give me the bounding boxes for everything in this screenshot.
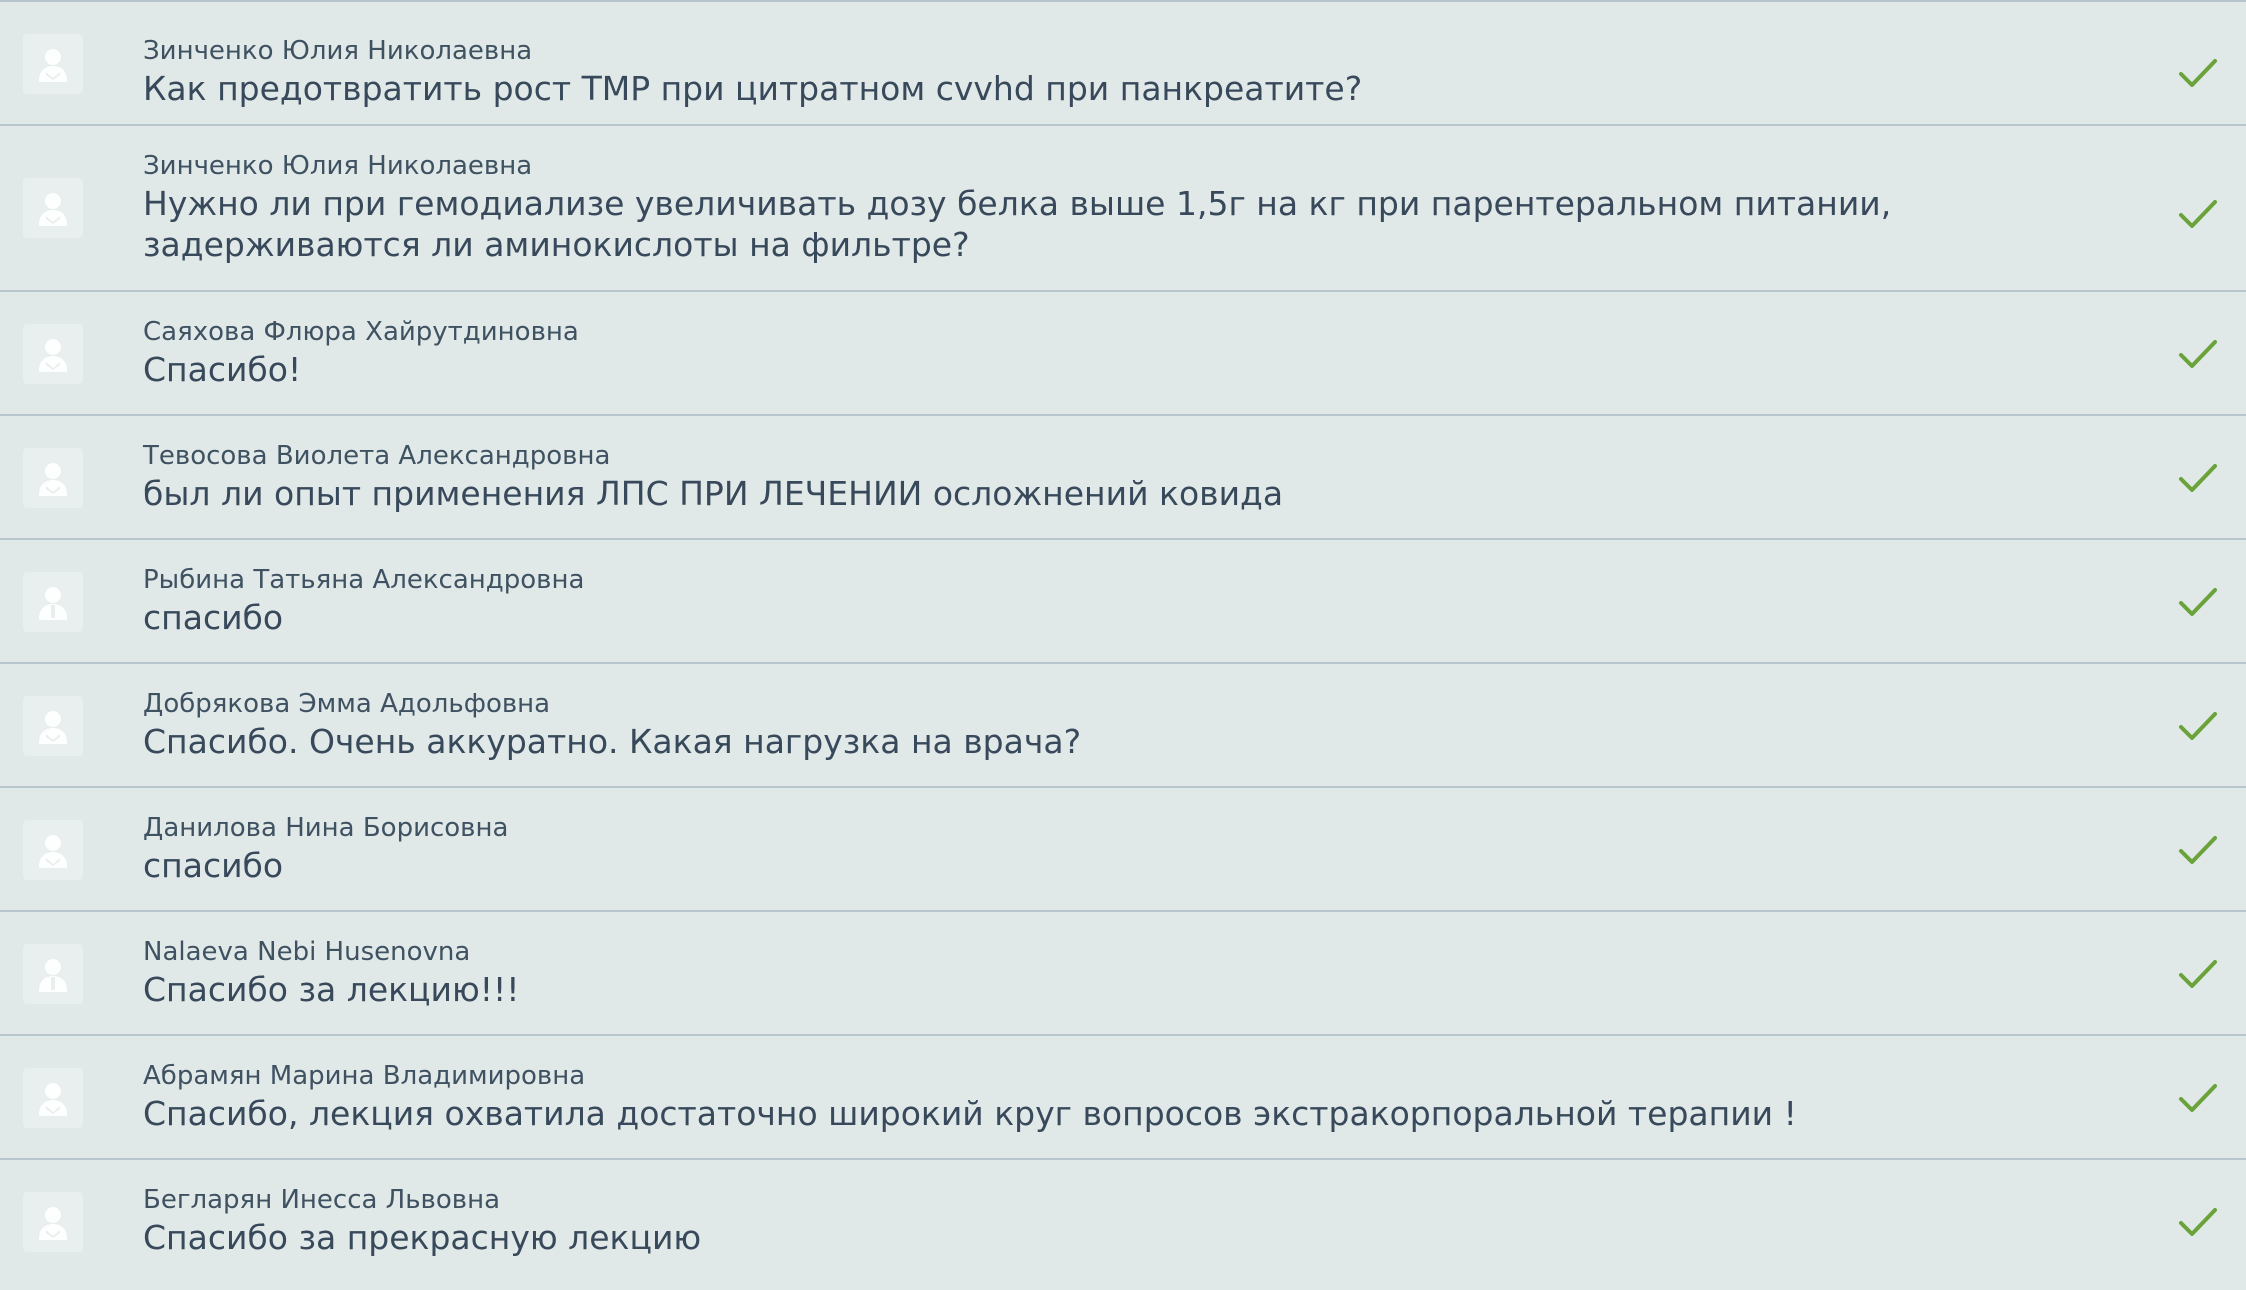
message-text: Спасибо за прекрасную лекцию [143, 1218, 702, 1257]
user-placeholder-icon [23, 34, 83, 94]
message-row: Рыбина Татьяна Александровна спасибо [0, 540, 2246, 664]
message-row: Nalaeva Nebi Husenovna Спасибо за лекцию… [0, 912, 2246, 1036]
message-content: Саяхова Флюра Хайрутдиновна Спасибо! [143, 315, 2086, 390]
message-text: Нужно ли при гемодиализе увеличивать доз… [143, 184, 1892, 264]
avatar [23, 448, 83, 508]
message-row: Данилова Нина Борисовна спасибо [0, 788, 2246, 912]
message-row: Тевосова Виолета Александровна был ли оп… [0, 416, 2246, 540]
message-author: Бегларян Инесса Львовна [143, 1185, 501, 1215]
checkmark-icon [2178, 337, 2218, 371]
message-content: Зинченко Юлия Николаевна Как предотврати… [143, 34, 2086, 109]
avatar [23, 1068, 83, 1128]
user-placeholder-icon [23, 1068, 83, 1128]
message-text: Спасибо за лекцию!!! [143, 970, 520, 1009]
message-row: Абрамян Марина Владимировна Спасибо, лек… [0, 1036, 2246, 1160]
user-placeholder-icon [23, 944, 83, 1004]
user-placeholder-icon [23, 820, 83, 880]
message-text: спасибо [143, 846, 284, 885]
avatar [23, 324, 83, 384]
message-text: спасибо [143, 598, 284, 637]
message-row: Бегларян Инесса Львовна Спасибо за прекр… [0, 1160, 2246, 1284]
avatar [23, 944, 83, 1004]
checkmark-icon [2178, 197, 2218, 231]
message-author: Зинченко Юлия Николаевна [143, 151, 533, 181]
user-placeholder-icon [23, 324, 83, 384]
message-author: Данилова Нина Борисовна [143, 813, 509, 843]
checkmark-icon [2178, 709, 2218, 743]
message-content: Данилова Нина Борисовна спасибо [143, 811, 2086, 886]
user-placeholder-icon [23, 448, 83, 508]
message-content: Рыбина Татьяна Александровна спасибо [143, 563, 2086, 638]
avatar [23, 178, 83, 238]
message-row: Добрякова Эмма Адольфовна Спасибо. Очень… [0, 664, 2246, 788]
message-author: Тевосова Виолета Александровна [143, 441, 611, 471]
user-placeholder-icon [23, 1192, 83, 1252]
message-author: Абрамян Марина Владимировна [143, 1061, 586, 1091]
avatar [23, 820, 83, 880]
message-author: Nalaeva Nebi Husenovna [143, 937, 471, 967]
message-row: Зинченко Юлия Николаевна Нужно ли при ге… [0, 126, 2246, 292]
avatar [23, 34, 83, 94]
checkmark-icon [2178, 1205, 2218, 1239]
message-content: Nalaeva Nebi Husenovna Спасибо за лекцию… [143, 935, 2086, 1010]
message-list: Зинченко Юлия Николаевна Как предотврати… [0, 0, 2246, 1290]
user-placeholder-icon [23, 572, 83, 632]
message-text: Спасибо. Очень аккуратно. Какая нагрузка… [143, 722, 1082, 761]
message-text: Спасибо! [143, 350, 302, 389]
checkmark-icon [2178, 1081, 2218, 1115]
message-text: Спасибо, лекция охватила достаточно широ… [143, 1094, 1797, 1133]
message-content: Добрякова Эмма Адольфовна Спасибо. Очень… [143, 687, 2086, 762]
message-content: Бегларян Инесса Львовна Спасибо за прекр… [143, 1183, 2086, 1258]
user-placeholder-icon [23, 696, 83, 756]
user-placeholder-icon [23, 178, 83, 238]
message-content: Тевосова Виолета Александровна был ли оп… [143, 439, 2086, 514]
message-content: Зинченко Юлия Николаевна Нужно ли при ге… [143, 149, 2086, 265]
checkmark-icon [2178, 957, 2218, 991]
checkmark-icon [2178, 461, 2218, 495]
message-text: был ли опыт применения ЛПС ПРИ ЛЕЧЕНИИ о… [143, 474, 1284, 513]
avatar [23, 572, 83, 632]
checkmark-icon [2178, 833, 2218, 867]
message-author: Добрякова Эмма Адольфовна [143, 689, 551, 719]
message-content: Абрамян Марина Владимировна Спасибо, лек… [143, 1059, 2086, 1134]
avatar [23, 1192, 83, 1252]
checkmark-icon [2178, 56, 2218, 90]
message-row: Зинченко Юлия Николаевна Как предотврати… [0, 2, 2246, 126]
message-author: Рыбина Татьяна Александровна [143, 565, 585, 595]
message-row: Саяхова Флюра Хайрутдиновна Спасибо! [0, 292, 2246, 416]
avatar [23, 696, 83, 756]
message-author: Зинченко Юлия Николаевна [143, 36, 533, 66]
message-author: Саяхова Флюра Хайрутдиновна [143, 317, 579, 347]
message-text: Как предотвратить рост ТМР при цитратном… [143, 69, 1363, 108]
checkmark-icon [2178, 585, 2218, 619]
